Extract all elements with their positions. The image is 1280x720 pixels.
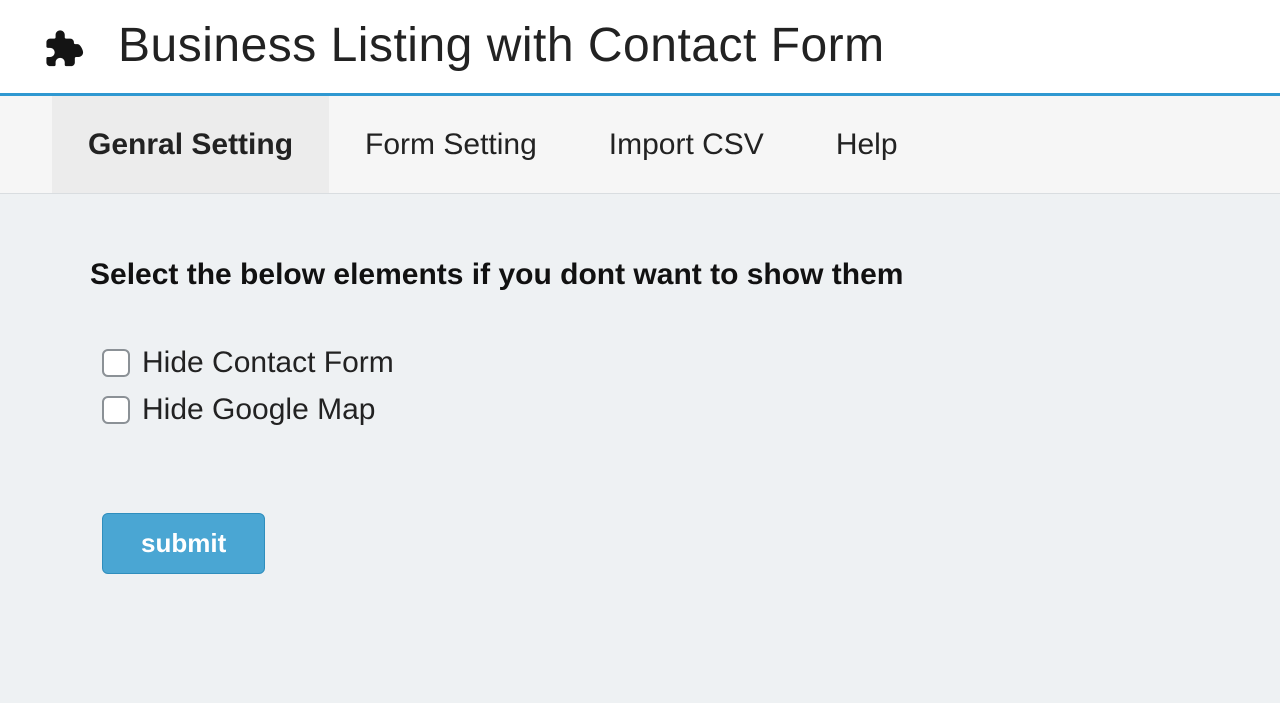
puzzle-piece-icon <box>40 24 84 68</box>
tab-label: Import CSV <box>609 128 764 162</box>
tab-general-setting[interactable]: Genral Setting <box>52 96 329 193</box>
tab-import-csv[interactable]: Import CSV <box>573 96 800 193</box>
tab-help[interactable]: Help <box>800 96 934 193</box>
panel-heading: Select the below elements if you dont wa… <box>90 258 1280 292</box>
option-label: Hide Contact Form <box>142 340 394 387</box>
submit-button[interactable]: submit <box>102 513 265 574</box>
option-list: Hide Contact Form Hide Google Map <box>90 340 1280 433</box>
checkbox-hide-contact-form[interactable] <box>102 349 130 377</box>
option-label: Hide Google Map <box>142 387 375 434</box>
tab-label: Form Setting <box>365 128 537 162</box>
tab-label: Help <box>836 128 898 162</box>
option-hide-google-map[interactable]: Hide Google Map <box>102 387 1280 434</box>
page-header: Business Listing with Contact Form <box>0 0 1280 96</box>
settings-panel: Select the below elements if you dont wa… <box>0 194 1280 703</box>
tab-form-setting[interactable]: Form Setting <box>329 96 573 193</box>
checkbox-hide-google-map[interactable] <box>102 396 130 424</box>
page-title: Business Listing with Contact Form <box>118 18 885 73</box>
tab-bar: Genral Setting Form Setting Import CSV H… <box>0 96 1280 194</box>
tab-label: Genral Setting <box>88 128 293 162</box>
option-hide-contact-form[interactable]: Hide Contact Form <box>102 340 1280 387</box>
